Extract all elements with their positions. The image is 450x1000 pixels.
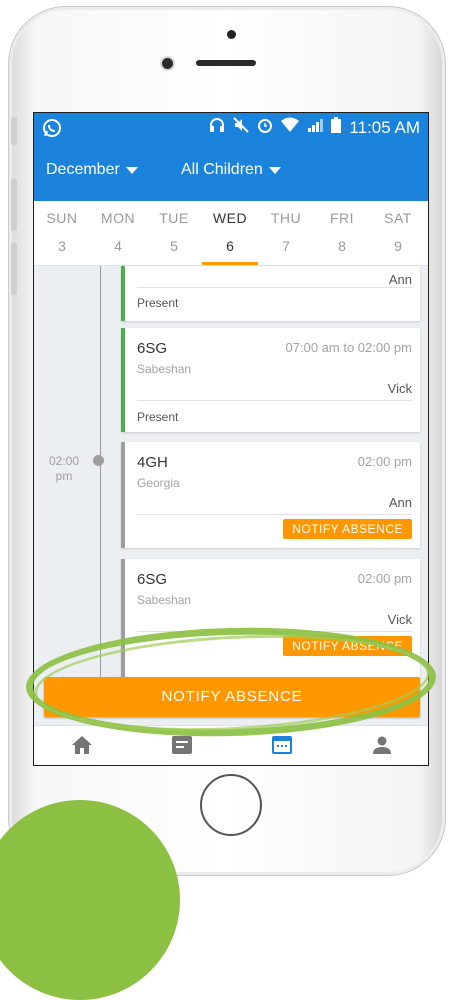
battery-icon — [331, 117, 342, 138]
children-label: All Children — [181, 161, 263, 178]
attendance-status: Present — [137, 296, 179, 310]
present-indicator — [121, 266, 125, 321]
front-sensor — [227, 30, 236, 39]
day-tue[interactable]: TUE 5 — [146, 201, 202, 265]
app-bar: December All Children — [34, 143, 428, 201]
day-thu[interactable]: THU 7 — [258, 201, 314, 265]
whatsapp-icon — [42, 118, 62, 143]
class-location: Sabeshan — [137, 362, 192, 376]
month-label: December — [46, 161, 120, 178]
class-card[interactable]: 4GH 02:00 pm Georgia Ann NOTIFY ABSENCE — [121, 442, 420, 548]
class-time: 07:00 am to 02:00 pm — [285, 340, 412, 355]
teacher-name: Vick — [387, 612, 412, 627]
teacher-name: Ann — [388, 272, 412, 287]
headphones-icon — [209, 117, 225, 138]
chevron-down-icon — [125, 166, 138, 174]
class-location: Georgia — [137, 476, 180, 490]
teacher-name: Vick — [387, 381, 412, 396]
home-icon — [72, 735, 92, 759]
day-wed[interactable]: WED 6 — [202, 201, 258, 265]
signal-icon — [307, 117, 324, 138]
mute-icon — [233, 117, 250, 138]
volume-down-button — [11, 243, 17, 295]
month-dropdown[interactable]: December — [46, 161, 138, 179]
notes-icon — [172, 735, 192, 759]
volume-up-button — [11, 179, 17, 231]
wifi-icon — [281, 117, 300, 138]
timeline-time-label: 02:00 pm — [48, 454, 80, 483]
class-time: 02:00 pm — [357, 571, 412, 586]
front-camera — [162, 58, 173, 69]
day-sat[interactable]: SAT 9 — [370, 201, 426, 265]
notify-absence-button[interactable]: NOTIFY ABSENCE — [283, 519, 412, 539]
class-card[interactable]: 6SG 07:00 am to 02:00 pm Sabeshan Vick P… — [121, 328, 420, 432]
class-code: 4GH — [137, 454, 168, 471]
timeline-dot — [93, 455, 104, 466]
nav-profile[interactable] — [362, 734, 402, 760]
class-code: 6SG — [137, 571, 168, 588]
mute-switch — [11, 117, 17, 145]
class-location: Sabeshan — [137, 593, 192, 607]
week-day-selector: SUN 3 MON 4 TUE 5 WED 6 THU 7 FRI 8 SAT … — [34, 201, 428, 266]
class-code: 6SG — [137, 340, 168, 357]
nav-home[interactable] — [62, 734, 102, 760]
class-time: 02:00 pm — [357, 454, 412, 469]
teacher-name: Ann — [388, 495, 412, 510]
day-fri[interactable]: FRI 8 — [314, 201, 370, 265]
status-bar: 11:05 AM — [34, 113, 428, 143]
home-button[interactable] — [200, 774, 262, 836]
calendar-icon — [272, 735, 292, 759]
nav-notes[interactable] — [162, 734, 202, 760]
selected-day-indicator — [202, 262, 258, 265]
day-sun[interactable]: SUN 3 — [34, 201, 90, 265]
chevron-down-icon — [268, 166, 281, 174]
day-mon[interactable]: MON 4 — [90, 201, 146, 265]
pending-indicator — [121, 442, 125, 548]
earpiece-speaker — [196, 60, 256, 66]
present-indicator — [121, 328, 125, 432]
status-time: 11:05 AM — [349, 117, 420, 137]
children-dropdown[interactable]: All Children — [181, 161, 281, 179]
class-card[interactable]: Ann Present — [121, 266, 420, 321]
alarm-icon — [257, 117, 273, 138]
timeline-line — [100, 266, 101, 681]
nav-calendar[interactable] — [262, 734, 302, 760]
profile-icon — [372, 736, 392, 759]
attendance-status: Present — [137, 410, 179, 424]
